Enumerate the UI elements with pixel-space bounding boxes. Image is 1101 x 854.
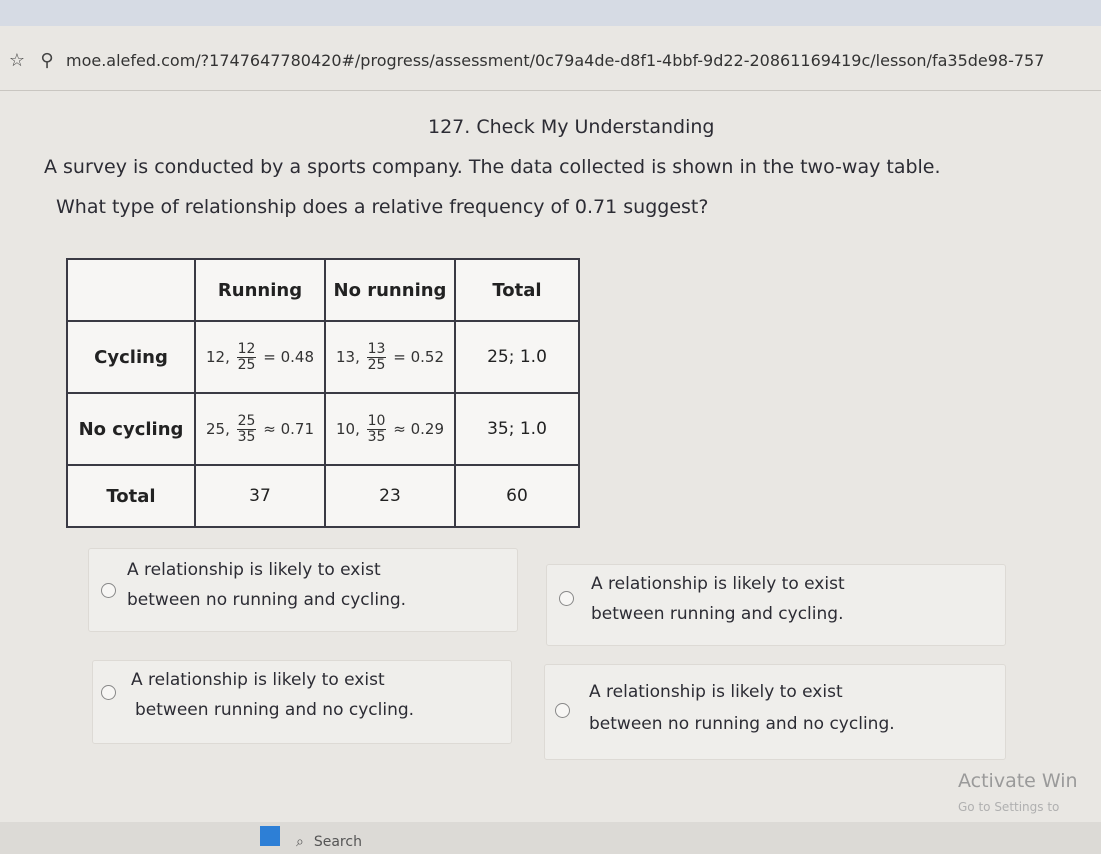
- question-text-line1: A survey is conducted by a sports compan…: [44, 156, 941, 178]
- divider: [0, 90, 1101, 91]
- cell-count: 12,: [206, 347, 230, 366]
- cell-result: = 0.48: [263, 347, 314, 366]
- table-header-no-running: No running: [324, 258, 456, 322]
- option-line1: A relationship is likely to exist: [127, 560, 381, 580]
- cell-count: 13,: [336, 347, 360, 366]
- cell-total-no-running: 23: [324, 464, 456, 528]
- row-label-cycling: Cycling: [66, 320, 196, 394]
- option-line2: between running and cycling.: [591, 604, 844, 624]
- cell-no-cycling-no-running: 10, 10 35 ≈ 0.29: [324, 392, 456, 466]
- option-line1: A relationship is likely to exist: [591, 574, 845, 594]
- table-row: Cycling 12, 12 25 = 0.48 13, 13 25 = 0.5…: [66, 320, 580, 394]
- answer-option-2[interactable]: A relationship is likely to exist betwee…: [546, 564, 1006, 646]
- fraction-denominator: 25: [367, 356, 386, 373]
- fraction-numerator: 12: [236, 340, 257, 358]
- question-text-line2: What type of relationship does a relativ…: [56, 196, 709, 218]
- cell-total-running: 37: [194, 464, 326, 528]
- radio-button[interactable]: [101, 583, 116, 598]
- table-header-empty: [66, 258, 196, 322]
- cell-count: 10,: [336, 419, 360, 438]
- cell-result: ≈ 0.29: [393, 419, 444, 438]
- cell-no-cycling-total: 35; 1.0: [454, 392, 580, 466]
- fraction: 10 35: [366, 412, 387, 445]
- activate-windows-subtext: Go to Settings to: [958, 800, 1060, 814]
- cell-result: = 0.52: [393, 347, 444, 366]
- page-title: 127. Check My Understanding: [428, 116, 715, 138]
- url-text[interactable]: moe.alefed.com/?1747647780420#/progress/…: [66, 51, 1044, 70]
- star-icon[interactable]: ☆: [6, 50, 28, 71]
- taskbar-search-label: Search: [313, 834, 362, 850]
- activate-windows-watermark: Activate Win: [958, 770, 1078, 792]
- option-line2: between no running and no cycling.: [589, 714, 895, 734]
- browser-tab-strip: [0, 0, 1101, 26]
- windows-start-icon[interactable]: [260, 826, 280, 846]
- fraction-numerator: 25: [236, 412, 257, 430]
- fraction: 12 25: [236, 340, 257, 373]
- cell-grand-total: 60: [454, 464, 580, 528]
- address-bar[interactable]: ☆ ⚲ moe.alefed.com/?1747647780420#/progr…: [0, 40, 1101, 80]
- option-line2: between no running and cycling.: [127, 590, 407, 610]
- table-row: Total 37 23 60: [66, 464, 580, 528]
- radio-button[interactable]: [559, 591, 574, 606]
- row-label-total: Total: [66, 464, 196, 528]
- table-header-running: Running: [194, 258, 326, 322]
- cell-cycling-running: 12, 12 25 = 0.48: [194, 320, 326, 394]
- fraction-denominator: 25: [237, 356, 256, 373]
- search-icon: ⌕: [296, 834, 304, 850]
- row-label-no-cycling: No cycling: [66, 392, 196, 466]
- radio-button[interactable]: [101, 685, 116, 700]
- option-line2: between running and no cycling.: [135, 700, 415, 720]
- cell-count: 25,: [206, 419, 230, 438]
- option-line1: A relationship is likely to exist: [589, 682, 843, 702]
- fraction: 25 35: [236, 412, 257, 445]
- fraction-denominator: 35: [237, 428, 256, 445]
- cell-no-cycling-running: 25, 25 35 ≈ 0.71: [194, 392, 326, 466]
- taskbar-search[interactable]: ⌕ Search: [296, 830, 496, 854]
- taskbar: [0, 822, 1101, 854]
- table-row: No cycling 25, 25 35 ≈ 0.71 10, 10 35 ≈ …: [66, 392, 580, 466]
- search-icon: ⚲: [40, 49, 54, 71]
- fraction-numerator: 10: [366, 412, 387, 430]
- table-header-total: Total: [454, 258, 580, 322]
- answer-option-1[interactable]: A relationship is likely to exist betwee…: [88, 548, 518, 632]
- answer-option-4[interactable]: A relationship is likely to exist betwee…: [544, 664, 1006, 760]
- cell-result: ≈ 0.71: [263, 419, 314, 438]
- option-line1: A relationship is likely to exist: [131, 670, 385, 690]
- fraction-numerator: 13: [366, 340, 387, 358]
- cell-cycling-total: 25; 1.0: [454, 320, 580, 394]
- radio-button[interactable]: [555, 703, 570, 718]
- cell-cycling-no-running: 13, 13 25 = 0.52: [324, 320, 456, 394]
- two-way-table: Running No running Total Cycling 12, 12 …: [66, 258, 580, 528]
- answer-option-3[interactable]: A relationship is likely to exist betwee…: [92, 660, 512, 744]
- fraction-denominator: 35: [367, 428, 386, 445]
- fraction: 13 25: [366, 340, 387, 373]
